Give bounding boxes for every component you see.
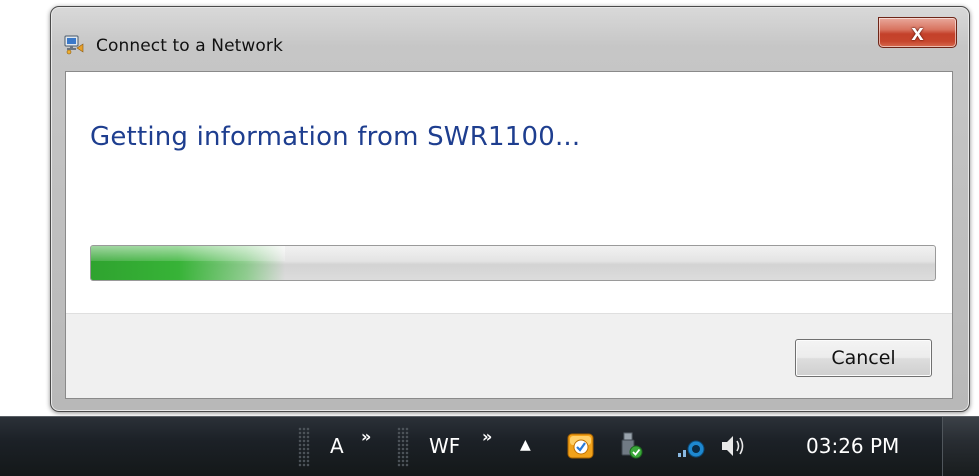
dialog-window: Connect to a Network x Getting informati… bbox=[50, 6, 970, 412]
network-connect-icon bbox=[63, 33, 85, 55]
toolbar-grip[interactable] bbox=[397, 427, 409, 467]
taskbar-clock[interactable]: 03:26 PM bbox=[806, 434, 899, 458]
window-title: Connect to a Network bbox=[96, 36, 283, 56]
progress-bar bbox=[90, 245, 936, 281]
close-icon: x bbox=[911, 20, 924, 45]
status-heading: Getting information from SWR1100... bbox=[90, 122, 581, 152]
toolbar-a-chevron-icon[interactable]: » bbox=[361, 427, 371, 446]
network-icon[interactable] bbox=[676, 433, 706, 465]
show-hidden-icons-icon[interactable]: ▲ bbox=[520, 437, 531, 453]
dialog-content: Getting information from SWR1100... Canc… bbox=[65, 71, 953, 399]
close-button[interactable]: x bbox=[878, 17, 957, 48]
title-bar[interactable]: Connect to a Network x bbox=[51, 7, 969, 71]
progress-bar-fill bbox=[91, 246, 286, 280]
taskbar: A » WF » ▲ 03:26 PM bbox=[0, 416, 979, 476]
outlook-icon[interactable] bbox=[566, 431, 596, 465]
volume-icon[interactable] bbox=[719, 432, 751, 464]
toolbar-wf-label[interactable]: WF bbox=[429, 434, 460, 458]
toolbar-wf-chevron-icon[interactable]: » bbox=[482, 427, 492, 446]
toolbar-grip[interactable] bbox=[298, 427, 310, 467]
toolbar-a-label[interactable]: A bbox=[330, 434, 344, 458]
dialog-footer: Cancel bbox=[66, 313, 952, 398]
cancel-button[interactable]: Cancel bbox=[795, 339, 932, 377]
usb-safely-remove-icon[interactable] bbox=[616, 431, 646, 465]
show-desktop-button[interactable] bbox=[942, 417, 979, 476]
